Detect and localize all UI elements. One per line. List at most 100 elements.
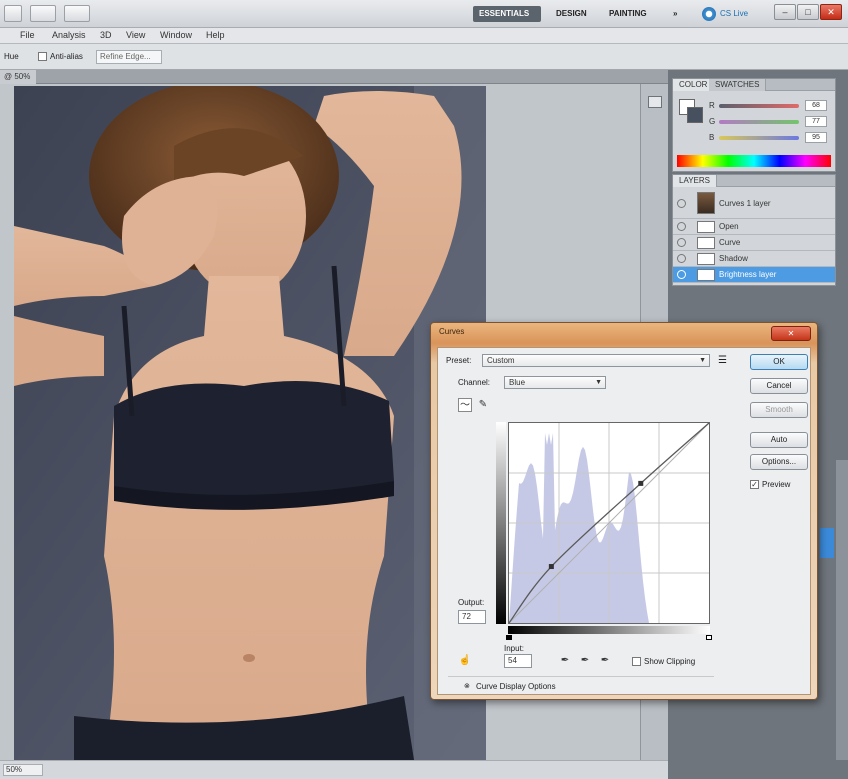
anti-alias-label: Anti-alias — [50, 52, 83, 61]
green-slider-row: G 77 — [709, 116, 833, 127]
layer-thumbnail — [697, 237, 715, 249]
curves-dialog: Curves ✕ Preset: Custom ▼ ☰ Channel: Blu… — [430, 322, 818, 700]
expand-toggle-icon[interactable]: ⊗ — [464, 682, 470, 690]
input-field[interactable]: 54 — [504, 654, 532, 668]
layer-name: Brightness layer — [719, 270, 777, 279]
menu-analysis[interactable]: Analysis — [52, 30, 86, 40]
pencil-icon[interactable]: ✎ — [476, 398, 490, 412]
red-slider[interactable] — [719, 104, 799, 108]
black-point-slider[interactable] — [506, 635, 512, 640]
application-bar: ESSENTIALS DESIGN PAINTING » CS Live – □… — [0, 0, 848, 28]
white-eyedropper-icon[interactable]: ✒ — [598, 654, 612, 668]
workspace-more-button[interactable]: » — [667, 6, 681, 22]
dialog-title: Curves — [439, 327, 465, 336]
eye-icon[interactable] — [677, 254, 686, 263]
curve-display-options-label[interactable]: Curve Display Options — [476, 682, 556, 691]
eye-icon[interactable] — [677, 222, 686, 231]
dialog-close-button[interactable]: ✕ — [771, 326, 811, 341]
blue-slider-row: B 95 — [709, 132, 833, 143]
layer-row[interactable]: Curves 1 layer — [673, 189, 835, 219]
ok-button[interactable]: OK — [750, 354, 808, 370]
red-value-field[interactable]: 68 — [805, 100, 827, 111]
minimize-button[interactable]: – — [774, 4, 796, 20]
white-point-slider[interactable] — [706, 635, 712, 640]
swatches-tab[interactable]: SWATCHES — [709, 79, 767, 91]
layer-thumbnail — [697, 192, 715, 214]
cs-live-label: CS Live — [720, 9, 749, 18]
cs-live-icon — [702, 7, 716, 21]
green-value-field[interactable]: 77 — [805, 116, 827, 127]
layer-thumbnail — [697, 269, 715, 281]
dialog-body: Preset: Custom ▼ ☰ Channel: Blue ▼ 〜 ✎ O… — [437, 347, 811, 695]
show-clipping-checkbox[interactable] — [632, 657, 641, 666]
layers-panel: LAYERS Curves 1 layer Open Curve Shadow … — [672, 174, 836, 286]
document-tab[interactable]: @ 50% — [0, 70, 36, 84]
preview-checkbox[interactable]: ✓ — [750, 480, 759, 489]
layer-row[interactable]: Curve — [673, 235, 835, 251]
layer-name: Open — [719, 222, 739, 231]
channel-label: Channel: — [458, 378, 491, 387]
workspace-essentials[interactable]: ESSENTIALS — [473, 6, 541, 22]
menu-window[interactable]: Window — [160, 30, 192, 40]
eye-icon[interactable] — [677, 199, 686, 208]
layer-name: Shadow — [719, 254, 748, 263]
layer-row[interactable]: Open — [673, 219, 835, 235]
menu-file[interactable]: File — [20, 30, 35, 40]
curve-control-point[interactable] — [638, 480, 644, 486]
preset-options-icon[interactable]: ☰ — [718, 355, 727, 366]
launch-bridge-icon[interactable] — [30, 5, 56, 22]
workspace-design[interactable]: DESIGN — [550, 6, 594, 22]
channel-dropdown[interactable]: Blue ▼ — [504, 376, 606, 389]
blue-value-field[interactable]: 95 — [805, 132, 827, 143]
eye-icon[interactable] — [677, 238, 686, 247]
layer-row[interactable]: Shadow — [673, 251, 835, 267]
options-bar: Hue Anti-alias Refine Edge... — [0, 44, 848, 70]
gray-eyedropper-icon[interactable]: ✒ — [578, 654, 592, 668]
cancel-button[interactable]: Cancel — [750, 378, 808, 394]
curve-point-tool-icon[interactable]: 〜 — [458, 398, 472, 412]
blue-slider-label: B — [709, 133, 715, 142]
cs-live-button[interactable]: CS Live — [700, 5, 766, 23]
anti-alias-checkbox[interactable] — [38, 52, 47, 61]
red-slider-label: R — [709, 101, 715, 110]
layer-row-selected[interactable]: Brightness layer — [673, 267, 835, 283]
auto-button[interactable]: Auto — [750, 432, 808, 448]
arrange-documents-icon[interactable] — [64, 5, 90, 22]
document-photo[interactable] — [14, 86, 486, 760]
color-panel: COLOR SWATCHES R 68 G 77 B 95 — [672, 78, 836, 172]
layers-tab[interactable]: LAYERS — [673, 175, 717, 187]
green-slider[interactable] — [719, 120, 799, 124]
maximize-button[interactable]: □ — [797, 4, 819, 20]
histogram — [509, 433, 649, 623]
background-color-swatch[interactable] — [687, 107, 703, 123]
blue-slider[interactable] — [719, 136, 799, 140]
layer-thumbnail — [697, 221, 715, 233]
black-eyedropper-icon[interactable]: ✒ — [558, 654, 572, 668]
output-gradient-bar — [496, 422, 506, 624]
output-label: Output: — [458, 598, 485, 607]
zoom-field[interactable]: 50% — [3, 764, 43, 776]
tool-label: Hue — [4, 52, 19, 61]
eye-icon[interactable] — [677, 270, 686, 279]
on-image-adjust-icon[interactable]: ☝ — [458, 654, 472, 668]
close-button[interactable]: ✕ — [820, 4, 842, 20]
color-spectrum-ramp[interactable] — [677, 155, 831, 167]
workspace-painting[interactable]: PAINTING — [603, 6, 661, 22]
curve-graph[interactable] — [508, 422, 710, 624]
history-panel-icon[interactable] — [648, 96, 662, 108]
menu-3d[interactable]: 3D — [100, 30, 112, 40]
curve-canvas[interactable] — [508, 422, 710, 624]
preset-label: Preset: — [446, 356, 472, 365]
menu-help[interactable]: Help — [206, 30, 225, 40]
channel-value: Blue — [509, 378, 526, 387]
options-button[interactable]: Options... — [750, 454, 808, 470]
chevron-down-icon: ▼ — [595, 379, 602, 386]
curve-control-point[interactable] — [548, 564, 554, 570]
output-field[interactable]: 72 — [458, 610, 486, 624]
smooth-button[interactable]: Smooth — [750, 402, 808, 418]
preset-dropdown[interactable]: Custom ▼ — [482, 354, 710, 367]
document-tab-strip: @ 50% — [0, 70, 668, 84]
menu-view[interactable]: View — [126, 30, 145, 40]
layer-name: Curves 1 layer — [719, 199, 771, 208]
refine-edge-button[interactable]: Refine Edge... — [96, 50, 162, 64]
